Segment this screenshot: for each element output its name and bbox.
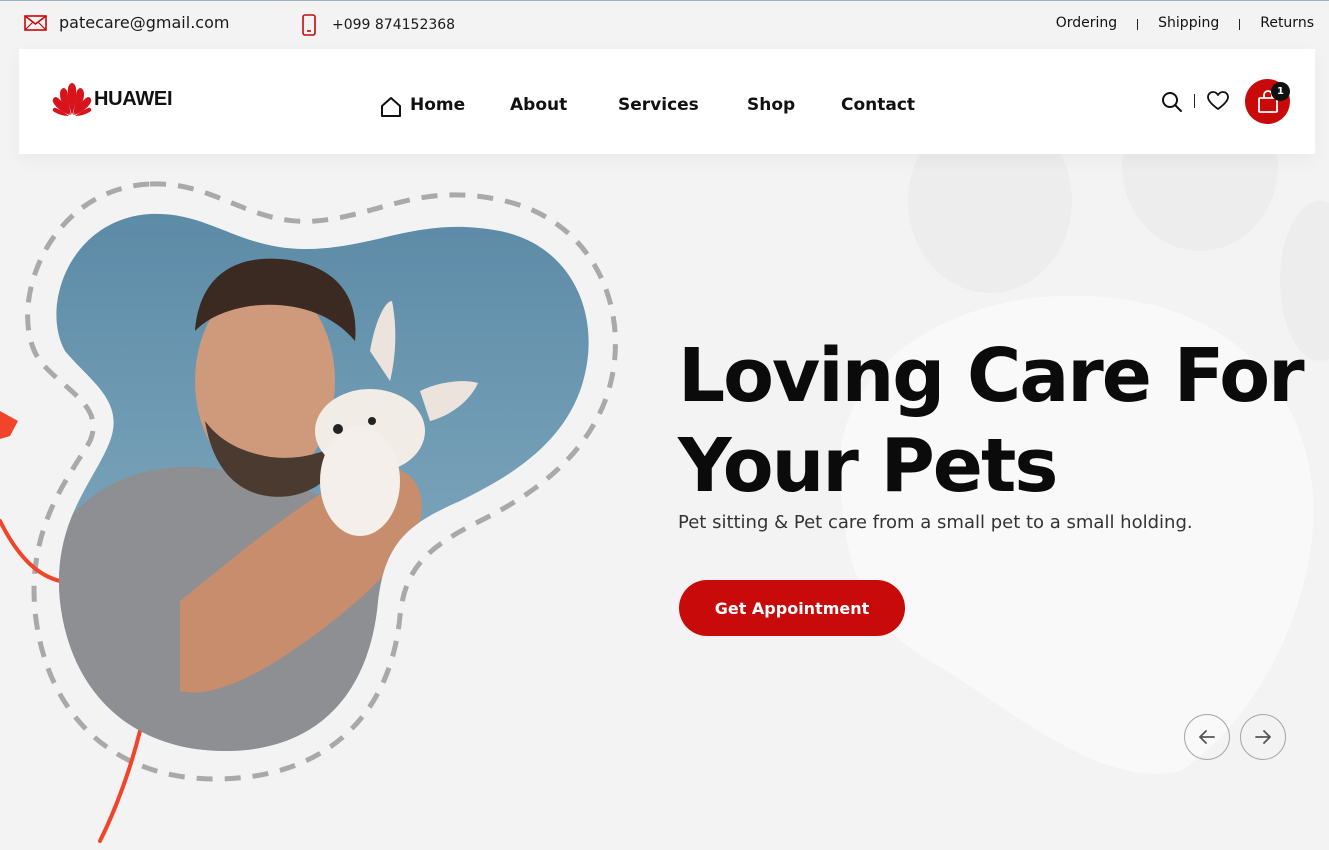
get-appointment-button[interactable]: Get Appointment bbox=[679, 580, 905, 636]
slider-prev-button[interactable] bbox=[1184, 714, 1230, 760]
email-text: patecare@gmail.com bbox=[59, 13, 230, 32]
hero-title: Loving Care For Your Pets bbox=[678, 331, 1318, 511]
divider bbox=[1194, 94, 1195, 108]
nav-about[interactable]: About bbox=[510, 95, 567, 115]
divider bbox=[1239, 19, 1241, 30]
home-icon[interactable] bbox=[380, 96, 402, 118]
search-icon[interactable] bbox=[1161, 91, 1183, 113]
phone-icon bbox=[302, 14, 316, 36]
top-bar: patecare@gmail.com +099 874152368 Orderi… bbox=[0, 1, 1329, 47]
huawei-flower-logo-icon bbox=[52, 83, 92, 116]
phone-text: +099 874152368 bbox=[332, 17, 456, 33]
main-header: HUAWEI Home About Services Shop Contact … bbox=[19, 49, 1315, 154]
divider bbox=[1137, 19, 1139, 30]
brand-logo[interactable]: HUAWEI bbox=[52, 82, 173, 116]
nav-services[interactable]: Services bbox=[618, 95, 699, 115]
arrow-left-icon bbox=[1199, 730, 1215, 744]
nav-shop[interactable]: Shop bbox=[747, 95, 795, 115]
returns-link[interactable]: Returns bbox=[1260, 15, 1314, 31]
hero-title-line: Your Pets bbox=[678, 423, 1058, 509]
hero-photo bbox=[0, 181, 618, 843]
contact-phone[interactable]: +099 874152368 bbox=[302, 14, 455, 36]
heart-icon[interactable] bbox=[1207, 91, 1229, 111]
mail-icon bbox=[24, 14, 47, 31]
top-links: Ordering Shipping Returns bbox=[1056, 15, 1314, 31]
contact-email[interactable]: patecare@gmail.com bbox=[24, 13, 229, 32]
hero-subtitle: Pet sitting & Pet care from a small pet … bbox=[678, 512, 1193, 533]
brand-name: HUAWEI bbox=[94, 87, 173, 110]
slider-next-button[interactable] bbox=[1240, 714, 1286, 760]
ordering-link[interactable]: Ordering bbox=[1056, 15, 1117, 31]
shipping-link[interactable]: Shipping bbox=[1158, 15, 1219, 31]
nav-contact[interactable]: Contact bbox=[841, 95, 915, 115]
nav-home[interactable]: Home bbox=[410, 95, 465, 115]
hero-title-line: Loving Care For bbox=[678, 333, 1305, 419]
arrow-right-icon bbox=[1255, 730, 1271, 744]
cart-count-badge: 1 bbox=[1271, 82, 1290, 101]
